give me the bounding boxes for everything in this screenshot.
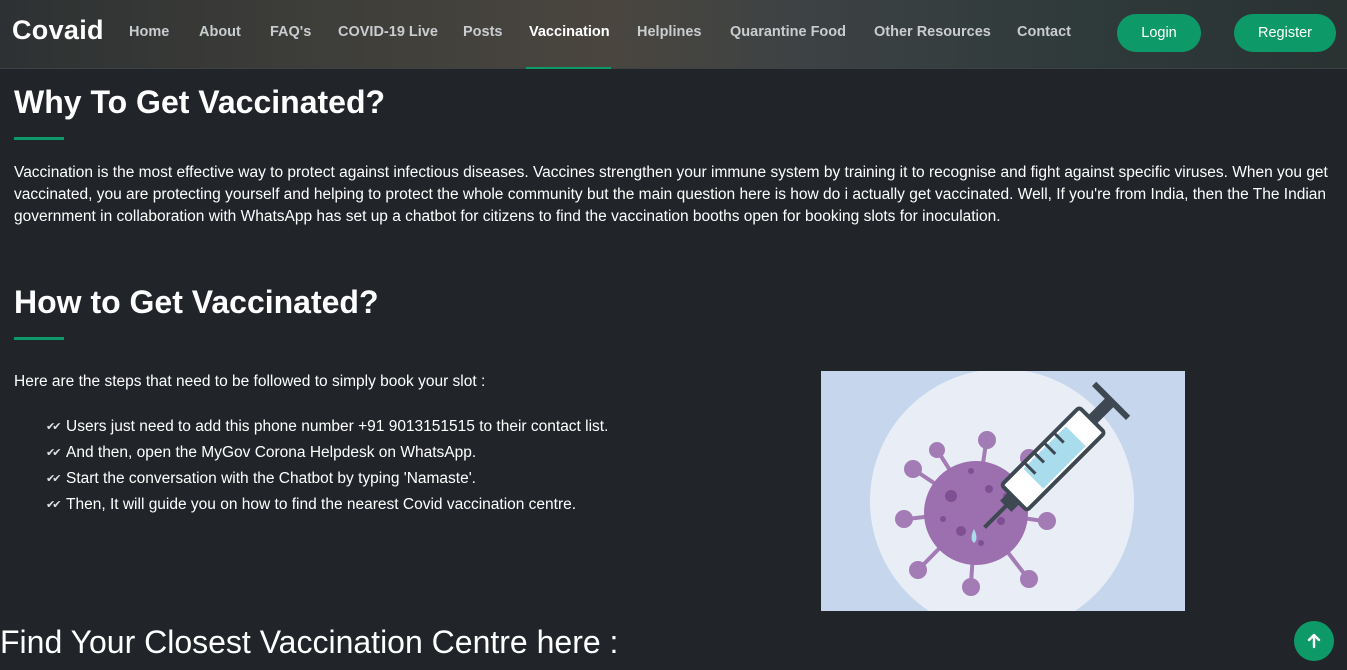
- list-item: ✔✔ Users just need to add this phone numb…: [46, 414, 608, 440]
- nav-vaccination[interactable]: Vaccination: [529, 24, 610, 40]
- how-vaccinated-heading: How to Get Vaccinated?: [14, 284, 379, 320]
- steps-intro: Here are the steps that need to be follo…: [14, 373, 486, 390]
- scroll-to-top-button[interactable]: [1294, 621, 1334, 661]
- step-text: Users just need to add this phone number…: [66, 418, 609, 435]
- nav-contact[interactable]: Contact: [1017, 24, 1071, 40]
- arrow-up-icon: [1307, 633, 1321, 649]
- nav-covid19-live[interactable]: COVID-19 Live: [338, 24, 438, 40]
- nav-posts[interactable]: Posts: [463, 24, 503, 40]
- step-text: Then, It will guide you on how to find t…: [66, 496, 577, 513]
- active-nav-indicator: [526, 67, 611, 69]
- list-item: ✔✔ Start the conversation with the Chatbo…: [46, 466, 608, 492]
- nav-faqs[interactable]: FAQ's: [270, 24, 311, 40]
- double-check-icon: ✔✔: [46, 447, 61, 459]
- nav-quarantine-food[interactable]: Quarantine Food: [730, 24, 846, 40]
- heading-underline: [14, 337, 64, 340]
- step-text: And then, open the MyGov Corona Helpdesk…: [66, 444, 477, 461]
- vaccine-illustration: [821, 371, 1185, 611]
- navbar: Covaid Home About FAQ's COVID-19 Live Po…: [0, 0, 1347, 69]
- why-vaccinated-paragraph: Vaccination is the most effective way to…: [14, 164, 1328, 225]
- nav-helplines[interactable]: Helplines: [637, 24, 701, 40]
- nav-about[interactable]: About: [199, 24, 241, 40]
- list-item: ✔✔ And then, open the MyGov Corona Helpde…: [46, 440, 608, 466]
- double-check-icon: ✔✔: [46, 421, 61, 433]
- double-check-icon: ✔✔: [46, 499, 61, 511]
- nav-home[interactable]: Home: [129, 24, 169, 40]
- why-vaccinated-heading: Why To Get Vaccinated?: [14, 84, 386, 120]
- nav-other-resources[interactable]: Other Resources: [874, 24, 991, 40]
- brand-logo[interactable]: Covaid: [12, 15, 104, 46]
- register-button[interactable]: Register: [1234, 14, 1336, 52]
- list-item: ✔✔ Then, It will guide you on how to find…: [46, 492, 608, 518]
- step-text: Start the conversation with the Chatbot …: [66, 470, 476, 487]
- steps-list: ✔✔ Users just need to add this phone numb…: [46, 414, 608, 518]
- login-button[interactable]: Login: [1117, 14, 1201, 52]
- find-centre-heading: Find Your Closest Vaccination Centre her…: [0, 624, 619, 660]
- syringe-virus-icon: [821, 371, 1185, 611]
- heading-underline: [14, 137, 64, 140]
- double-check-icon: ✔✔: [46, 473, 61, 485]
